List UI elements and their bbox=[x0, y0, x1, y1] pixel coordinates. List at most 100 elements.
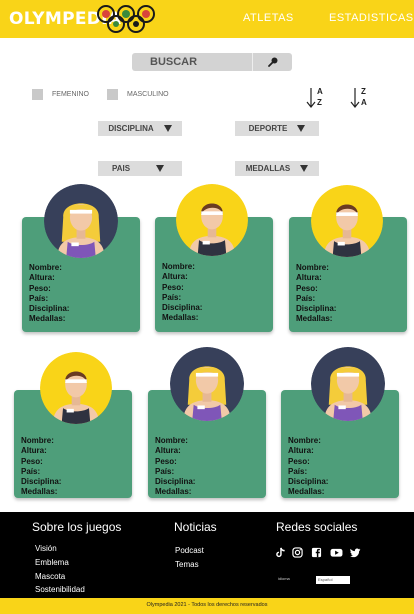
athlete-field-label: Nombre: bbox=[296, 263, 329, 272]
search-bar[interactable]: BUSCAR bbox=[132, 53, 292, 71]
athlete-fields: Nombre: Altura: Peso: País: Disciplina: Medal… bbox=[29, 263, 69, 325]
footer-news-title: Noticias bbox=[174, 520, 217, 534]
sort-asc-bottom: Z bbox=[317, 98, 322, 107]
footer-link-sostenibilidad[interactable]: Sostenibilidad bbox=[35, 585, 85, 594]
magnifier-icon bbox=[267, 57, 277, 67]
search-label: BUSCAR bbox=[150, 56, 198, 68]
athlete-field-label: País: bbox=[296, 293, 316, 303]
athlete-fields: Nombre: Altura: Peso: País: Disciplina: Medal… bbox=[296, 263, 336, 325]
copyright-bar: Olympedia 2021 - Todos los derechos rese… bbox=[0, 598, 414, 614]
footer-social-title: Redes sociales bbox=[276, 520, 358, 534]
olympic-rings-icon bbox=[97, 5, 155, 33]
dropdown-pais-label: PAIS bbox=[112, 164, 131, 173]
caret-down-icon bbox=[156, 165, 165, 172]
athlete-field-label: Disciplina: bbox=[288, 477, 329, 487]
athlete-avatar[interactable] bbox=[170, 347, 244, 421]
athlete-field-label: País: bbox=[21, 466, 41, 476]
athlete-field-label: Nombre: bbox=[29, 263, 62, 272]
sort-desc-bottom: A bbox=[361, 98, 367, 107]
athlete-field-label: Peso: bbox=[21, 456, 43, 466]
athlete-field-label: Nombre: bbox=[21, 436, 54, 445]
athlete-field-label: Disciplina: bbox=[21, 477, 62, 487]
athlete-field-label: Altura: bbox=[296, 273, 322, 283]
top-bar: OLYMPEDIA ATLETAS ESTADISTICAS bbox=[0, 0, 414, 38]
footer: Sobre los juegos Visión Emblema Mascota … bbox=[0, 512, 414, 598]
youtube-icon[interactable] bbox=[330, 547, 343, 558]
athlete-field-label: Disciplina: bbox=[296, 304, 337, 314]
sort-desc-top: Z bbox=[361, 87, 366, 96]
masculino-checkbox[interactable] bbox=[107, 89, 118, 100]
dropdown-medallas[interactable]: MEDALLAS bbox=[235, 161, 319, 176]
dropdown-medallas-label: MEDALLAS bbox=[245, 164, 291, 173]
instagram-icon[interactable] bbox=[292, 547, 303, 558]
athlete-field-label: Altura: bbox=[29, 273, 55, 283]
athlete-field-label: Disciplina: bbox=[162, 303, 203, 313]
caret-down-icon bbox=[163, 125, 172, 132]
filter-masculino[interactable]: MASCULINO bbox=[107, 89, 169, 100]
athlete-field-label: Medallas: bbox=[155, 487, 192, 497]
athlete-field-label: Altura: bbox=[288, 446, 314, 456]
caret-down-icon bbox=[297, 125, 306, 132]
athlete-field-label: País: bbox=[29, 293, 49, 303]
athlete-avatar[interactable] bbox=[176, 184, 248, 256]
dropdown-disciplina-label: DISCIPLINA bbox=[108, 124, 154, 133]
dropdown-deporte-label: DEPORTE bbox=[248, 124, 288, 133]
tiktok-icon[interactable] bbox=[275, 547, 286, 558]
sort-asc-top: A bbox=[317, 87, 323, 96]
athlete-field-label: Altura: bbox=[21, 446, 47, 456]
athlete-field-label: Peso: bbox=[162, 282, 184, 292]
facebook-icon[interactable] bbox=[311, 547, 322, 558]
caret-down-icon bbox=[300, 165, 309, 172]
athlete-avatar[interactable] bbox=[44, 184, 118, 258]
sort-ascending-button[interactable]: A Z bbox=[306, 86, 328, 110]
athlete-field-label: Peso: bbox=[296, 283, 318, 293]
athlete-field-label: Medallas: bbox=[21, 487, 58, 497]
search-button[interactable] bbox=[253, 53, 292, 71]
athlete-field-label: Nombre: bbox=[162, 262, 195, 271]
athlete-field-label: Peso: bbox=[155, 456, 177, 466]
nav-estadisticas[interactable]: ESTADISTICAS bbox=[329, 12, 414, 24]
dropdown-pais[interactable]: PAIS bbox=[98, 161, 182, 176]
athlete-field-label: Peso: bbox=[29, 283, 51, 293]
footer-link-temas[interactable]: Temas bbox=[175, 560, 199, 569]
athlete-field-label: Medallas: bbox=[162, 313, 199, 323]
femenino-label: FEMENINO bbox=[52, 91, 89, 98]
footer-link-emblema[interactable]: Emblema bbox=[35, 558, 69, 567]
athlete-field-label: País: bbox=[155, 466, 175, 476]
sort-descending-button[interactable]: Z A bbox=[350, 86, 372, 110]
athlete-field-label: Disciplina: bbox=[155, 477, 196, 487]
athlete-field-label: Medallas: bbox=[288, 487, 325, 497]
femenino-checkbox[interactable] bbox=[32, 89, 43, 100]
athlete-fields: Nombre: Altura: Peso: País: Disciplina: Medal… bbox=[155, 436, 195, 498]
arrow-down-icon bbox=[350, 88, 360, 108]
athlete-avatar[interactable] bbox=[311, 185, 383, 257]
athlete-field-label: Medallas: bbox=[29, 314, 66, 324]
language-label: idioma bbox=[278, 576, 290, 581]
footer-link-vision[interactable]: Visión bbox=[35, 544, 57, 553]
footer-about-title: Sobre los juegos bbox=[32, 520, 122, 534]
twitter-icon[interactable] bbox=[350, 547, 361, 558]
athlete-field-label: Disciplina: bbox=[29, 304, 70, 314]
athlete-field-label: Nombre: bbox=[288, 436, 321, 445]
language-select[interactable]: Español bbox=[316, 576, 350, 584]
athlete-field-label: Medallas: bbox=[296, 314, 333, 324]
athlete-fields: Nombre: Altura: Peso: País: Disciplina: Medal… bbox=[288, 436, 328, 498]
athlete-field-label: Peso: bbox=[288, 456, 310, 466]
athlete-fields: Nombre: Altura: Peso: País: Disciplina: Medal… bbox=[21, 436, 61, 498]
athlete-field-label: Nombre: bbox=[155, 436, 188, 445]
dropdown-disciplina[interactable]: DISCIPLINA bbox=[98, 121, 182, 136]
athlete-avatar[interactable] bbox=[311, 347, 385, 421]
nav-atletas[interactable]: ATLETAS bbox=[243, 12, 294, 24]
filter-femenino[interactable]: FEMENINO bbox=[32, 89, 89, 100]
athlete-field-label: País: bbox=[288, 466, 308, 476]
footer-link-podcast[interactable]: Podcast bbox=[175, 546, 204, 555]
footer-link-mascota[interactable]: Mascota bbox=[35, 572, 65, 581]
athlete-avatar[interactable] bbox=[40, 352, 112, 424]
athlete-field-label: País: bbox=[162, 292, 182, 302]
masculino-label: MASCULINO bbox=[127, 91, 169, 98]
athlete-field-label: Altura: bbox=[162, 272, 188, 282]
athlete-fields: Nombre: Altura: Peso: País: Disciplina: Medal… bbox=[162, 262, 202, 324]
dropdown-deporte[interactable]: DEPORTE bbox=[235, 121, 319, 136]
copyright-text: Olympedia 2021 - Todos los derechos rese… bbox=[146, 602, 268, 608]
athlete-field-label: Altura: bbox=[155, 446, 181, 456]
